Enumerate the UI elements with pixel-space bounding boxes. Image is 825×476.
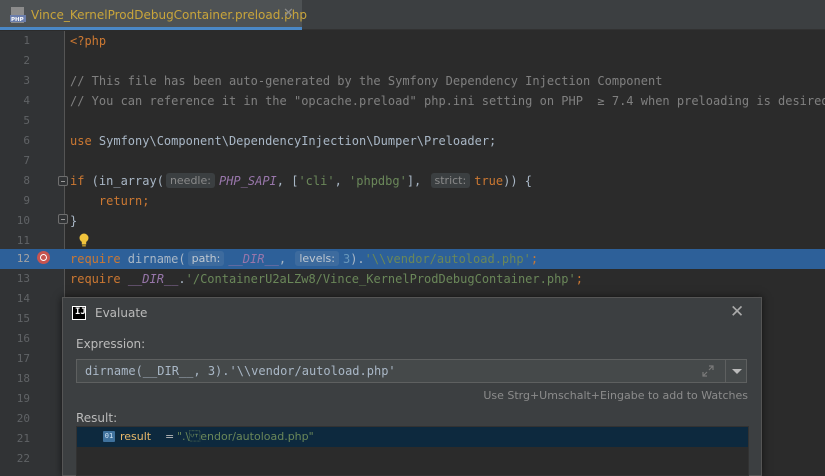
code-text: dirname( xyxy=(120,252,186,266)
line-number: 18 xyxy=(16,372,30,385)
code-line: 13 require __DIR__.'/ContainerU2aLZw8/Vi… xyxy=(0,269,825,289)
close-icon[interactable]: ✕ xyxy=(730,302,744,322)
lightbulb-icon[interactable] xyxy=(78,233,90,247)
code-line: 1 <?php xyxy=(0,31,825,51)
line-number: 10 xyxy=(16,214,30,227)
line-number: 14 xyxy=(16,292,30,305)
keyword: true xyxy=(474,174,504,188)
line-number: 5 xyxy=(23,114,30,127)
parameter-hint: levels: xyxy=(295,251,339,266)
line-number: 3 xyxy=(23,74,30,87)
code-line: 11 xyxy=(0,231,825,251)
code-text: ; xyxy=(530,252,539,266)
line-number: 9 xyxy=(23,194,30,207)
comment: // You can reference it in the "opcache.… xyxy=(70,94,825,108)
expression-label: Expression: xyxy=(76,337,146,351)
code-line: 6 use Symfony\Component\DependencyInject… xyxy=(0,131,825,151)
add-to-watches-hint: Use Strg+Umschalt+Eingabe to add to Watc… xyxy=(483,389,748,402)
line-number: 22 xyxy=(16,452,30,465)
svg-text:PHP: PHP xyxy=(11,17,24,23)
code-line: 8 if (in_array(needle: PHP_SAPI, ['cli', … xyxy=(0,171,825,191)
result-name: result xyxy=(120,430,152,443)
line-number: 12 xyxy=(16,252,30,265)
line-number: 16 xyxy=(16,332,30,345)
expression-input[interactable] xyxy=(77,360,717,382)
tab-preload-file[interactable]: PHP Vince_KernelProdDebugContainer.prelo… xyxy=(0,0,307,30)
code-text: , [ xyxy=(276,174,299,188)
dialog-header[interactable]: IJ Evaluate ✕ xyxy=(63,298,761,329)
code-text: )) { xyxy=(503,174,533,188)
line-number: 1 xyxy=(23,34,30,47)
parameter-hint: path: xyxy=(187,251,225,266)
fold-marker-icon[interactable] xyxy=(58,214,68,224)
history-dropdown-button[interactable] xyxy=(725,360,747,382)
variable-type-icon: 01 xyxy=(103,431,115,442)
line-number: 4 xyxy=(23,94,30,107)
code-line: 9 return; xyxy=(0,191,825,211)
breakpoint-icon[interactable] xyxy=(37,251,50,264)
line-number: 2 xyxy=(23,54,30,67)
code-text: ; xyxy=(575,272,583,286)
constant: __DIR__ xyxy=(228,252,279,266)
result-value: ".\ endor/autoload.php" xyxy=(177,430,314,443)
php-open-tag: <?php xyxy=(70,34,107,48)
expand-icon[interactable] xyxy=(701,364,715,378)
string: 'phpdbg' xyxy=(349,174,407,188)
code-text: ], xyxy=(406,174,429,188)
intellij-logo-icon: IJ xyxy=(72,306,86,320)
fold-marker-icon[interactable] xyxy=(58,176,68,186)
logo-text: IJ xyxy=(75,307,86,317)
line-number: 6 xyxy=(23,134,30,147)
php-file-icon: PHP xyxy=(10,7,26,23)
string: '\\vendor/autoload.php' xyxy=(364,252,531,266)
keyword: if xyxy=(70,174,85,188)
keyword: return xyxy=(98,194,143,208)
line-number: 20 xyxy=(16,412,30,425)
result-equals: = xyxy=(165,430,175,443)
tab-close-icon[interactable]: ✕ xyxy=(283,6,294,21)
constant: PHP_SAPI xyxy=(218,174,277,188)
code-text: ). xyxy=(350,252,365,266)
expression-combobox[interactable] xyxy=(76,359,747,383)
result-tree[interactable]: 01 result = ".\ endor/autoload.php" xyxy=(76,426,749,476)
line-number: 21 xyxy=(16,432,30,445)
code-line: 10 } xyxy=(0,211,825,231)
comment: // This file has been auto-generated by … xyxy=(70,74,663,88)
keyword: use xyxy=(70,134,92,148)
code-text: ; xyxy=(142,194,150,208)
code-text: . xyxy=(178,272,186,286)
result-label: Result: xyxy=(76,411,118,425)
parameter-hint: strict: xyxy=(430,173,471,188)
line-number: 7 xyxy=(23,154,30,167)
execution-point-line: 12 require dirname(path: __DIR__, levels:… xyxy=(0,249,825,269)
line-number: 17 xyxy=(16,352,30,365)
parameter-hint: needle: xyxy=(165,173,215,188)
namespace: Symfony\Component\DependencyInjection\Du… xyxy=(91,134,497,148)
line-number: 15 xyxy=(16,312,30,325)
code-line: 5 xyxy=(0,111,825,131)
result-row[interactable]: 01 result = ".\ endor/autoload.php" xyxy=(77,427,748,447)
code-text: (in_array( xyxy=(84,174,164,188)
code-line: 2 xyxy=(0,51,825,71)
line-number: 11 xyxy=(16,234,30,247)
line-number: 8 xyxy=(23,174,30,187)
string: '/ContainerU2aLZw8/Vince_KernelProdDebug… xyxy=(185,272,576,286)
dialog-title: Evaluate xyxy=(95,306,148,320)
code-text: , xyxy=(278,252,294,266)
code-text: } xyxy=(70,214,78,228)
string: 'cli' xyxy=(298,174,335,188)
evaluate-dialog: IJ Evaluate ✕ Expression: Use Strg+Umsch… xyxy=(62,297,762,476)
keyword: require xyxy=(70,252,121,266)
line-number: 13 xyxy=(16,272,30,285)
editor-tab-bar: PHP Vince_KernelProdDebugContainer.prelo… xyxy=(0,0,825,30)
tab-title: Vince_KernelProdDebugContainer.preload.p… xyxy=(31,8,308,22)
code-line: 4 // You can reference it in the "opcach… xyxy=(0,91,825,111)
keyword: require xyxy=(70,272,121,286)
code-line: 3 // This file has been auto-generated b… xyxy=(0,71,825,91)
code-line: 7 xyxy=(0,151,825,171)
constant: __DIR__ xyxy=(127,272,179,286)
line-number: 19 xyxy=(16,392,30,405)
code-text: , xyxy=(334,174,350,188)
